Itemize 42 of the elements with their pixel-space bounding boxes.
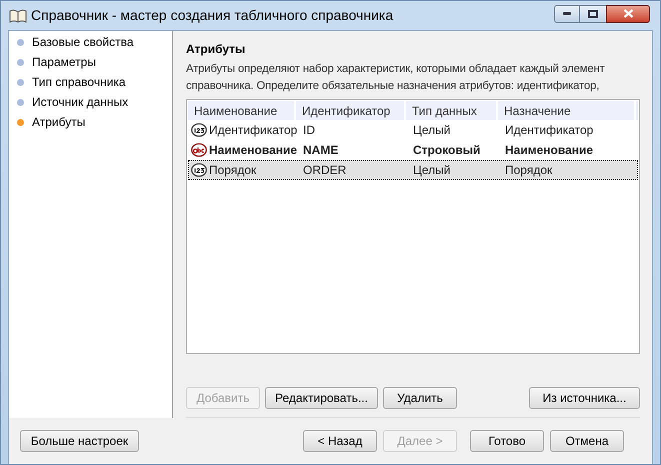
table-cell-text: Идентификатор bbox=[505, 122, 594, 139]
table-cell-text: Целый bbox=[413, 122, 450, 139]
back-button[interactable]: < Назад bbox=[303, 430, 377, 452]
table-cell-text: Порядок bbox=[209, 162, 256, 179]
close-button[interactable] bbox=[606, 4, 650, 22]
table-cell-text: Наименование bbox=[505, 142, 594, 159]
table-cell-text: NAME bbox=[303, 142, 338, 159]
number-type-icon bbox=[191, 123, 207, 137]
table-row[interactable]: Наименование NAME Строковый Наименование bbox=[188, 140, 638, 160]
step-label[interactable]: Атрибуты bbox=[32, 113, 86, 131]
table-row[interactable]: Порядок ORDER Целый Порядок bbox=[188, 160, 638, 180]
cancel-button[interactable]: Отмена bbox=[550, 430, 624, 452]
finish-button[interactable]: Готово bbox=[470, 430, 544, 452]
step-label[interactable]: Источник данных bbox=[32, 93, 128, 111]
table-cell-text: Целый bbox=[413, 162, 450, 179]
book-icon bbox=[9, 8, 27, 22]
page-heading: Атрибуты bbox=[186, 41, 246, 58]
column-header[interactable]: Идентификатор bbox=[296, 101, 406, 120]
table-cell-text: ID bbox=[303, 122, 315, 139]
text-type-icon bbox=[191, 143, 207, 157]
page-description: Атрибуты определяют набор характеристик, которыми обладает каждый элемент справочника. Определите обязательные назначения атрибутов: идентификатор, bbox=[186, 62, 606, 94]
column-header[interactable]: Тип данных bbox=[406, 101, 498, 120]
column-header[interactable]: Назначение bbox=[498, 101, 636, 120]
table-cell-text: Наименование bbox=[209, 142, 298, 159]
step-label[interactable]: Параметры bbox=[32, 53, 96, 71]
step-label[interactable]: Тип справочника bbox=[32, 73, 126, 91]
edit-button[interactable]: Редактировать... bbox=[265, 387, 378, 409]
table-cell-text: ORDER bbox=[303, 162, 346, 179]
minimize-button[interactable] bbox=[554, 4, 580, 22]
from-source-button[interactable]: Из источника... bbox=[529, 387, 640, 409]
step-label[interactable]: Базовые свойства bbox=[32, 33, 134, 51]
close-icon bbox=[622, 9, 634, 18]
column-header[interactable]: Наименование bbox=[188, 101, 296, 120]
table-cell-text: Порядок bbox=[505, 162, 552, 179]
table-cell-text: Строковый bbox=[413, 142, 480, 159]
maximize-button[interactable] bbox=[580, 4, 606, 22]
number-type-icon bbox=[191, 163, 207, 177]
table-cell-text: Идентификатор bbox=[209, 122, 298, 139]
more-settings-button[interactable]: Больше настроек bbox=[20, 430, 139, 452]
table-row[interactable]: Идентификатор ID Целый Идентификатор bbox=[188, 120, 638, 140]
delete-button[interactable]: Удалить bbox=[383, 387, 457, 409]
window-title: Справочник - мастер создания табличного справочника bbox=[31, 6, 394, 25]
